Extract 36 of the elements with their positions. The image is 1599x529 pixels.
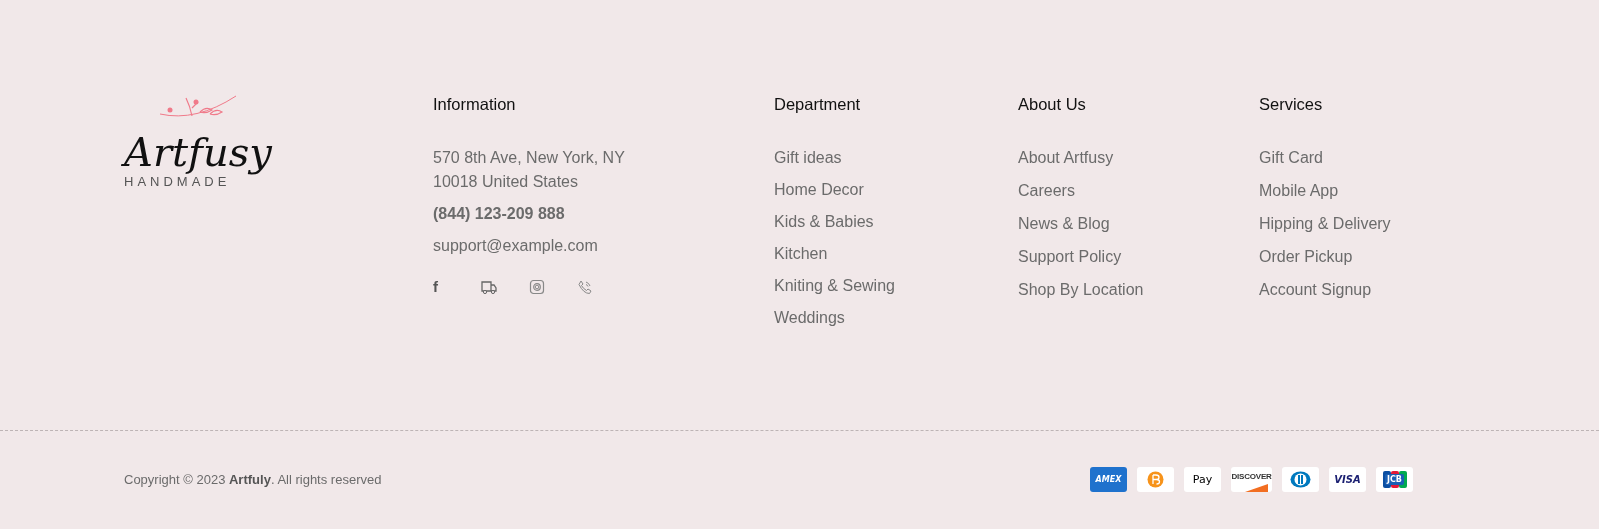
footer-link[interactable]: Order Pickup [1259,245,1459,268]
footer-link[interactable]: Account Signup [1259,278,1459,301]
footer-link[interactable]: Hipping & Delivery [1259,212,1459,235]
footer-link[interactable]: Mobile App [1259,179,1459,202]
phone-number: (844) 123-209 888 [433,204,566,224]
footer-link[interactable]: Support Policy [1018,245,1259,268]
footer-link[interactable]: About Artfusy [1018,146,1259,169]
instagram-icon[interactable] [529,278,545,295]
column-heading: Information [433,94,517,115]
jcb-card-icon: JCB [1376,467,1413,492]
footer-link[interactable]: Kitchen [774,242,1018,265]
column-heading: Services [1259,94,1324,115]
footer-link[interactable]: Home Decor [774,178,1018,201]
applepay-card-icon: Pay [1184,467,1221,492]
amex-card-icon: AMEX [1090,467,1127,492]
footer-link[interactable]: Kids & Babies [774,210,1018,233]
address-text: 570 8th Ave, New York, NY 10018 United States [433,148,626,192]
bitcoin-card-icon [1137,467,1174,492]
truck-icon[interactable] [481,278,497,295]
column-heading: Department [774,94,862,115]
footer-link[interactable]: Shop By Location [1018,278,1259,301]
email-address: support@example.com [433,236,599,256]
logo-tagline: HANDMADE [124,174,231,189]
visa-card-icon: VISA [1329,467,1366,492]
footer-link[interactable]: Careers [1018,179,1259,202]
footer-link[interactable]: Kniting & Sewing [774,274,1018,297]
discover-card-icon: DISCOVER [1231,467,1272,492]
footer-link[interactable]: Weddings [774,306,1018,329]
diners-card-icon [1282,467,1319,492]
phone-icon[interactable] [577,278,593,295]
copyright-text: Copyright © 2023 Artfuly. All rights reserved [124,472,382,487]
footer-link[interactable]: Gift Card [1259,146,1459,169]
footer-link[interactable]: Gift ideas [774,146,1018,169]
column-heading: About Us [1018,94,1087,115]
footer-link[interactable]: News & Blog [1018,212,1259,235]
facebook-icon[interactable]: f [433,278,449,295]
